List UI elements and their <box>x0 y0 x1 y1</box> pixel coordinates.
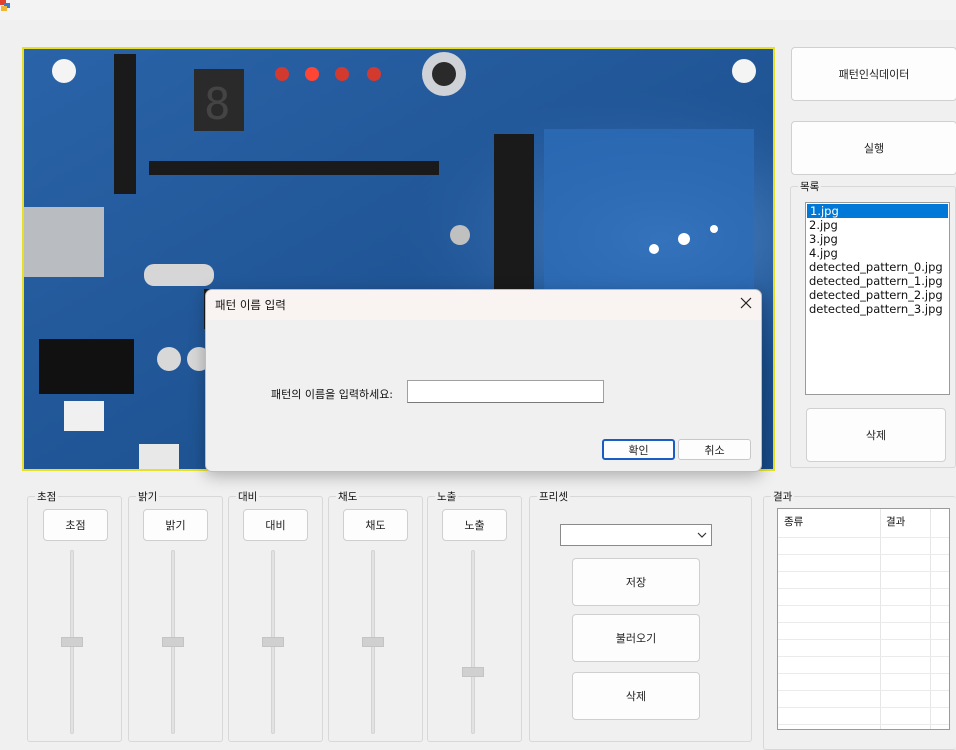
app-icon <box>0 0 10 11</box>
preset-load-button[interactable]: 불러오기 <box>572 614 700 662</box>
pattern-name-input[interactable] <box>407 380 604 403</box>
focus-group-label: 초점 <box>35 489 59 504</box>
list-item[interactable]: 3.jpg <box>806 232 949 246</box>
focus-slider-thumb[interactable] <box>61 637 83 647</box>
ok-button[interactable]: 확인 <box>602 439 675 460</box>
list-item[interactable]: detected_pattern_0.jpg <box>806 260 949 274</box>
column-header-type[interactable]: 종류 <box>778 509 880 537</box>
file-listbox[interactable]: 1.jpg 2.jpg 3.jpg 4.jpg detected_pattern… <box>805 202 950 395</box>
contrast-button[interactable]: 대비 <box>243 509 308 541</box>
row-divider <box>778 588 949 589</box>
result-table[interactable]: 종류 결과 <box>777 508 950 730</box>
run-button[interactable]: 실행 <box>791 121 956 175</box>
preset-delete-button[interactable]: 삭제 <box>572 672 700 720</box>
chevron-down-icon <box>697 532 707 538</box>
row-divider <box>778 639 949 640</box>
row-divider <box>778 571 949 572</box>
brightness-button[interactable]: 밝기 <box>143 509 208 541</box>
column-divider <box>880 509 881 729</box>
pattern-name-dialog: 패턴 이름 입력 패턴의 이름을 입력하세요: 확인 취소 <box>205 289 762 472</box>
row-divider <box>778 622 949 623</box>
column-header-result[interactable]: 결과 <box>880 509 930 537</box>
list-item[interactable]: detected_pattern_1.jpg <box>806 274 949 288</box>
column-divider <box>930 509 931 729</box>
preset-save-button[interactable]: 저장 <box>572 558 700 606</box>
row-divider <box>778 656 949 657</box>
list-item[interactable]: detected_pattern_3.jpg <box>806 302 949 316</box>
list-item[interactable]: 2.jpg <box>806 218 949 232</box>
saturation-slider-thumb[interactable] <box>362 637 384 647</box>
saturation-button[interactable]: 채도 <box>343 509 408 541</box>
list-item[interactable]: detected_pattern_2.jpg <box>806 288 949 302</box>
pattern-name-prompt: 패턴의 이름을 입력하세요: <box>271 388 394 401</box>
row-divider <box>778 554 949 555</box>
brightness-group-label: 밝기 <box>136 489 160 504</box>
list-item[interactable]: 4.jpg <box>806 246 949 260</box>
dialog-title: 패턴 이름 입력 <box>215 298 286 312</box>
brightness-slider-thumb[interactable] <box>162 637 184 647</box>
list-delete-button[interactable]: 삭제 <box>806 408 946 462</box>
row-divider <box>778 673 949 674</box>
contrast-group-label: 대비 <box>236 489 260 504</box>
exposure-slider-thumb[interactable] <box>462 667 484 677</box>
preset-combo[interactable] <box>560 524 712 546</box>
window-title-bar <box>0 0 956 20</box>
row-divider <box>778 724 949 725</box>
preset-group-label: 프리셋 <box>537 489 570 504</box>
dialog-title-bar <box>206 290 761 320</box>
result-group-label: 결과 <box>771 489 795 504</box>
saturation-group-label: 채도 <box>336 489 360 504</box>
row-divider <box>778 690 949 691</box>
row-divider <box>778 537 949 538</box>
pattern-data-button[interactable]: 패턴인식데이터 <box>791 47 956 101</box>
contrast-slider-thumb[interactable] <box>262 637 284 647</box>
svg-text:8: 8 <box>204 79 231 130</box>
row-divider <box>778 707 949 708</box>
close-icon[interactable] <box>739 296 753 310</box>
exposure-slider[interactable] <box>471 550 475 734</box>
list-item[interactable]: 1.jpg <box>807 204 948 218</box>
cancel-button[interactable]: 취소 <box>678 439 751 460</box>
row-divider <box>778 605 949 606</box>
focus-button[interactable]: 초점 <box>43 509 108 541</box>
exposure-group-label: 노출 <box>435 489 459 504</box>
list-group-label: 목록 <box>798 179 822 194</box>
exposure-button[interactable]: 노출 <box>442 509 507 541</box>
